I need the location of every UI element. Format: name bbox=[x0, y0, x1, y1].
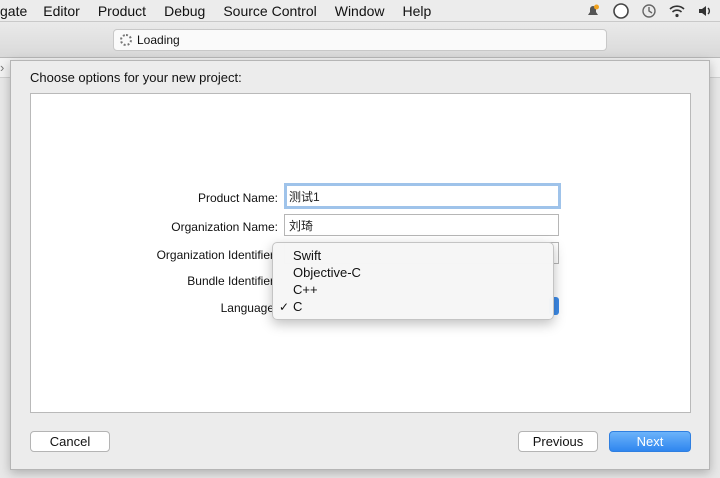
language-label: Language bbox=[220, 301, 274, 315]
menu-bar: gate Editor Product Debug Source Control… bbox=[0, 0, 720, 22]
chevron-right-icon[interactable]: › bbox=[0, 60, 4, 75]
product-name-field[interactable]: 测试1 bbox=[284, 183, 561, 209]
activity-text: Loading bbox=[137, 33, 180, 47]
menu-window[interactable]: Window bbox=[335, 3, 385, 19]
menu-debug[interactable]: Debug bbox=[164, 3, 205, 19]
time-machine-icon[interactable] bbox=[640, 2, 658, 20]
previous-button[interactable]: Previous bbox=[518, 431, 598, 452]
menu-editor[interactable]: Editor bbox=[43, 3, 80, 19]
language-option-cpp[interactable]: C++ bbox=[273, 281, 553, 298]
loading-spinner-icon bbox=[120, 34, 132, 46]
checkmark-icon: ✓ bbox=[278, 299, 289, 314]
product-name-label: Product Name: bbox=[197, 191, 278, 205]
notification-icon[interactable] bbox=[584, 2, 602, 20]
organization-name-field[interactable]: 刘琦 bbox=[284, 214, 559, 236]
next-button[interactable]: Next bbox=[609, 431, 691, 452]
wifi-icon[interactable] bbox=[668, 2, 686, 20]
language-option-objective-c[interactable]: Objective-C bbox=[273, 264, 553, 281]
menu-product[interactable]: Product bbox=[98, 3, 146, 19]
cancel-button[interactable]: Cancel bbox=[30, 431, 110, 452]
sheet-title: Choose options for your new project: bbox=[30, 70, 242, 85]
organization-name-label: Organization Name: bbox=[171, 220, 278, 234]
bundle-identifier-label: Bundle Identifier bbox=[187, 274, 274, 288]
new-project-sheet: Choose options for your new project: Pro… bbox=[10, 60, 710, 470]
options-panel: Product Name: 测试1 Organization Name: 刘琦 … bbox=[30, 93, 691, 413]
language-option-swift[interactable]: Swift bbox=[273, 247, 553, 264]
menu-app[interactable]: gate bbox=[0, 3, 27, 19]
language-menu: Swift Objective-C C++ ✓ C bbox=[272, 242, 554, 320]
menu-source-control[interactable]: Source Control bbox=[223, 3, 316, 19]
status-area bbox=[584, 0, 714, 22]
organization-identifier-label: Organization Identifier bbox=[156, 248, 274, 262]
volume-icon[interactable] bbox=[696, 2, 714, 20]
language-option-c[interactable]: ✓ C bbox=[273, 298, 553, 315]
menu-help[interactable]: Help bbox=[403, 3, 432, 19]
circle-icon[interactable] bbox=[612, 2, 630, 20]
activity-view: Loading bbox=[113, 29, 607, 51]
